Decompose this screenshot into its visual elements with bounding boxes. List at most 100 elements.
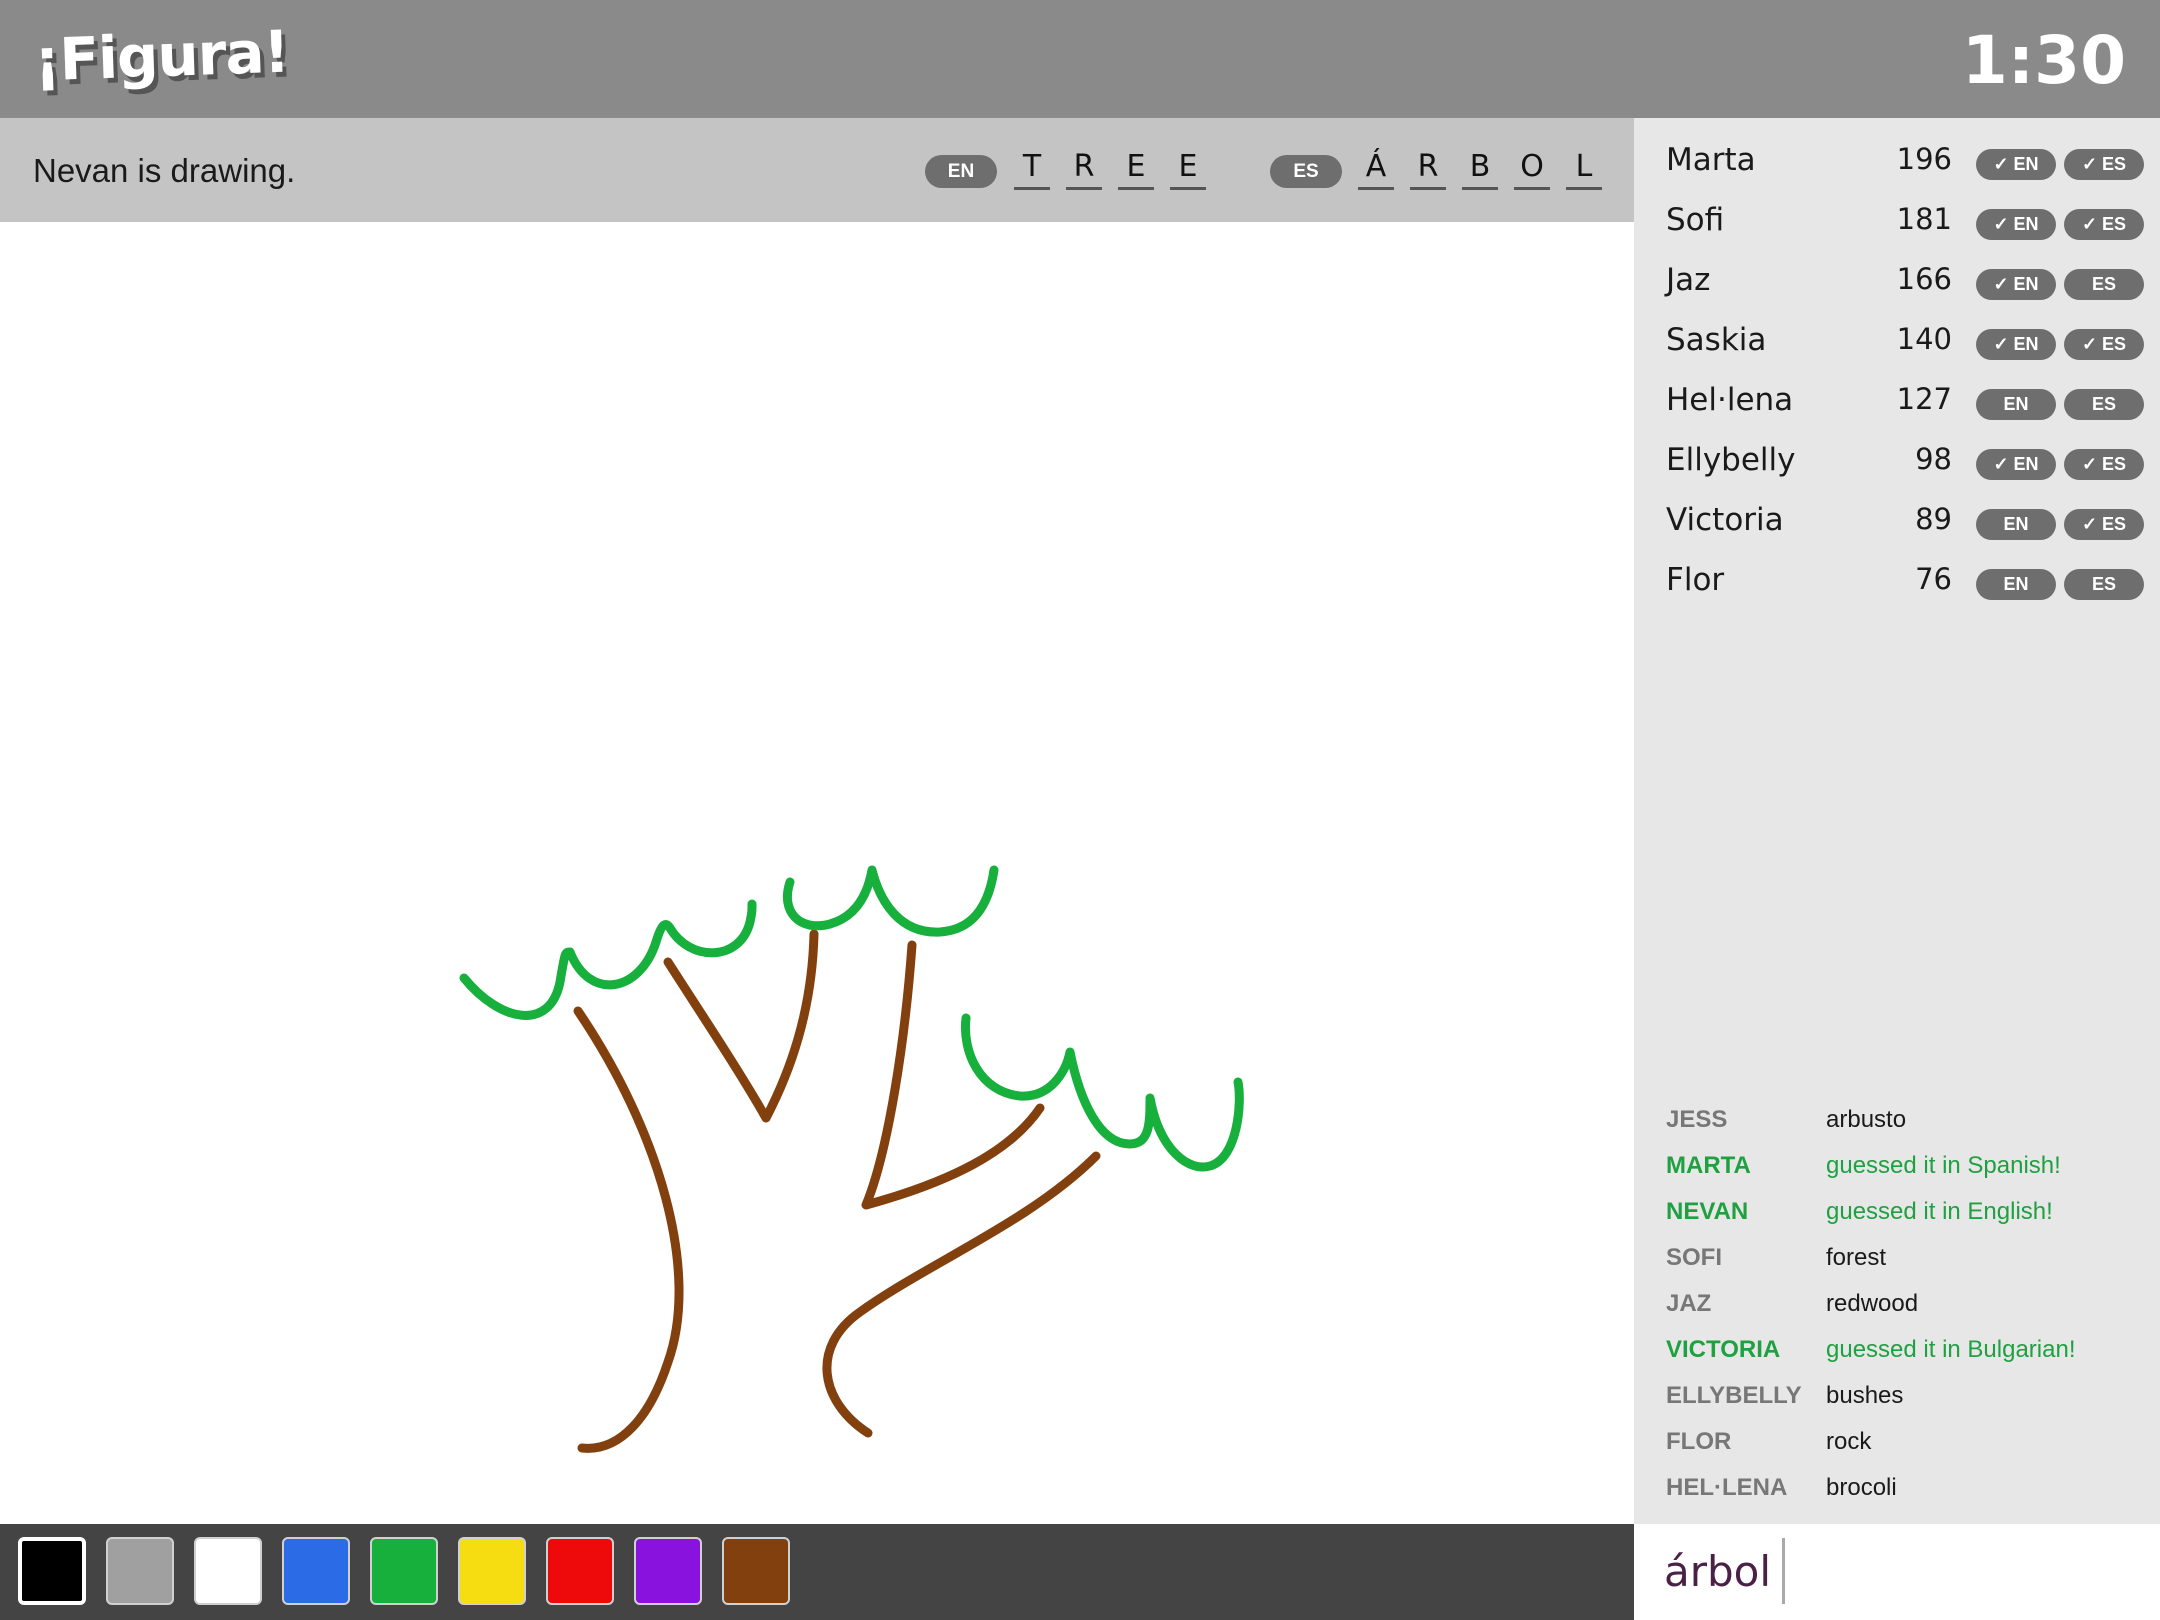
game-window: ¡Figura! 1:30 Nevan is drawing. EN T R E… [0,0,2160,1620]
spanish-guess-badge: ✓ ES [2064,329,2144,360]
chat-username: ELLYBELLY [1666,1382,1802,1409]
guess-badge-label: EN [2013,334,2039,354]
chat-message: JAZ redwood [1634,1284,2160,1324]
color-swatch-white[interactable] [194,1537,262,1605]
spanish-guess-badge: ✓ ES [2064,449,2144,480]
chat-username: SOFI [1666,1244,1723,1271]
spanish-guess-badge: ✓ ES [2064,509,2144,540]
spanish-letter-slot: Á [1358,148,1394,190]
color-palette [0,1524,1634,1620]
color-swatch-green[interactable] [370,1537,438,1605]
english-guess-badge: ✓ EN [1976,449,2056,480]
player-row: Sofi 181 ✓ EN ✓ ES [1634,194,2160,252]
player-row: Saskia 140 ✓ EN ✓ ES [1634,314,2160,372]
guess-badge-label: EN [2013,454,2039,474]
check-icon: ✓ [2081,514,2098,534]
color-swatch-gray[interactable] [106,1537,174,1605]
chat-message-text: bushes [1826,1382,1904,1409]
chat-message: FLOR rock [1634,1422,2160,1462]
color-swatch-blue[interactable] [282,1537,350,1605]
player-row: Ellybelly 98 ✓ EN ✓ ES [1634,434,2160,492]
spanish-letter-slot: O [1514,148,1550,190]
english-guess-badge: EN [1976,509,2056,540]
check-icon: ✓ [2081,214,2098,234]
chat-username: JESS [1666,1106,1728,1133]
guess-badge-label: ES [2091,394,2116,414]
english-guess-badge: ✓ EN [1976,149,2056,180]
chat-message-text: guessed it in English! [1826,1198,2053,1225]
check-icon: ✓ [2081,154,2098,174]
color-swatch-red[interactable] [546,1537,614,1605]
trunk-stroke [573,1006,684,1453]
color-swatch-brown[interactable] [722,1537,790,1605]
english-letter-slot: T [1014,148,1050,190]
player-row: Hel·lena 127 EN ES [1634,374,2160,432]
player-score: 140 [1896,322,1952,356]
chat-message-text: redwood [1826,1290,1919,1317]
color-swatch-yellow[interactable] [458,1537,526,1605]
check-icon: ✓ [1993,274,2009,294]
chat-message-text: arbusto [1826,1106,1907,1133]
chat-message: NEVAN guessed it in English! [1634,1192,2160,1232]
spanish-guess-badge: ES [2064,389,2144,420]
english-guess-badge: ✓ EN [1976,329,2056,360]
chat-message: HEL·LENA brocoli [1634,1468,2160,1508]
player-row: Victoria 89 EN ✓ ES [1634,494,2160,552]
player-row: Jaz 166 ✓ EN ES [1634,254,2160,312]
color-swatch-black[interactable] [18,1537,86,1605]
sidebar: Marta 196 ✓ EN ✓ ES Sofi 181 ✓ EN ✓ ES Jaz 166 ✓ EN ES Sa… [1634,118,2160,1524]
spanish-letter-slot: L [1566,148,1602,190]
english-guess-badge: ✓ EN [1976,269,2056,300]
check-icon: ✓ [1993,154,2009,174]
guess-badge-label: ES [2102,154,2127,174]
countdown-timer: 1:30 [1961,22,2126,99]
guess-badge-label: ES [2091,574,2116,594]
chat-message: JESS arbusto [1634,1100,2160,1140]
chat-username: NEVAN [1666,1198,1749,1225]
leaves-stroke [459,899,757,1020]
chat-username: VICTORIA [1666,1336,1781,1363]
chat-username: HEL·LENA [1666,1474,1788,1501]
check-icon: ✓ [2081,454,2098,474]
chat-message: MARTA guessed it in Spanish! [1634,1146,2160,1186]
spanish-letter-slot: R [1410,148,1446,190]
check-icon: ✓ [1993,334,2009,354]
drawing-status-text: Nevan is drawing. [33,152,296,189]
app-logo: ¡Figura! [32,17,291,95]
english-letter-slot: R [1066,148,1102,190]
player-name: Victoria [1666,502,1784,538]
english-guess-badge: EN [1976,569,2056,600]
chat-message-text: rock [1826,1428,1872,1455]
player-name: Flor [1666,562,1725,598]
chat-message-text: guessed it in Spanish! [1826,1152,2061,1179]
guess-badge-label: ES [2102,514,2127,534]
check-icon: ✓ [2081,334,2098,354]
drawing-canvas[interactable] [0,222,1634,1524]
trunk-stroke [861,940,1045,1210]
player-name: Ellybelly [1666,442,1796,478]
chat-message: VICTORIA guessed it in Bulgarian! [1634,1330,2160,1370]
player-name: Jaz [1666,262,1711,298]
word-status-bar: Nevan is drawing. EN T R E E ES Á R B O … [0,118,1634,222]
tree-drawing [459,865,1244,1453]
player-score: 166 [1896,262,1952,296]
guess-badge-label: EN [2013,274,2039,294]
player-name: Sofi [1666,202,1725,238]
player-score: 98 [1915,442,1952,476]
guess-badge-label: ES [2102,214,2127,234]
guess-badge-label: ES [2102,454,2127,474]
english-guess-badge: EN [1976,389,2056,420]
player-row: Flor 76 EN ES [1634,554,2160,612]
player-score: 89 [1915,502,1952,536]
chat-message: ELLYBELLY bushes [1634,1376,2160,1416]
player-name: Marta [1666,142,1756,178]
spanish-guess-badge: ✓ ES [2064,209,2144,240]
color-swatch-purple[interactable] [634,1537,702,1605]
spanish-guess-badge: ES [2064,569,2144,600]
header-bar: ¡Figura! 1:30 [0,0,2160,118]
guess-input[interactable] [1664,1538,2134,1604]
chat-username: MARTA [1666,1152,1751,1179]
chat-message-text: forest [1826,1244,1887,1271]
check-icon: ✓ [1993,454,2009,474]
guess-badge-label: EN [2003,394,2029,414]
